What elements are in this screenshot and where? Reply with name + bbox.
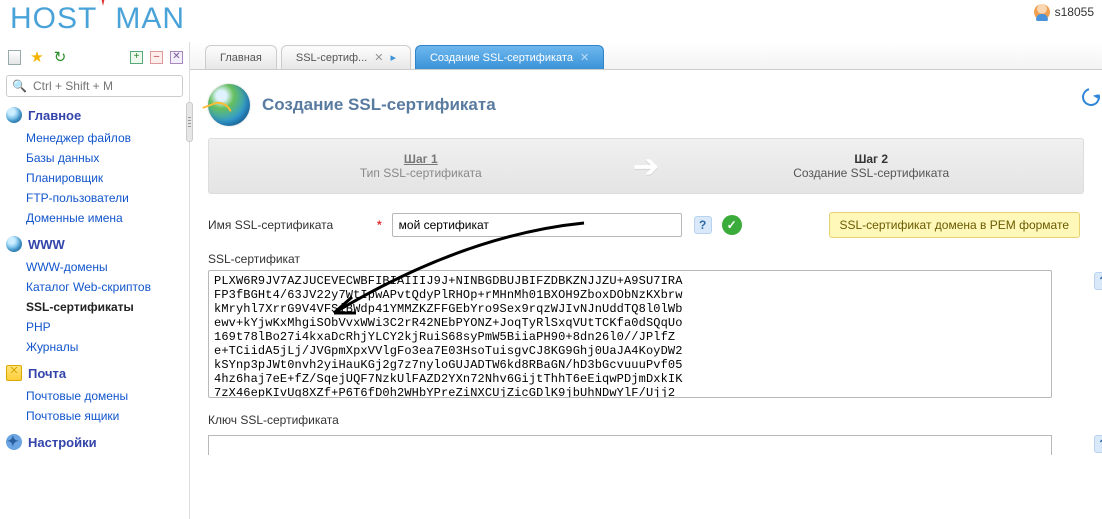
check-icon: ✓ bbox=[722, 215, 742, 235]
star-icon[interactable]: ★ bbox=[29, 49, 45, 65]
search-box[interactable]: 🔍 bbox=[6, 75, 183, 97]
wizard-steps: Шаг 1 Тип SSL-сертификата ➔ Шаг 2 Создан… bbox=[208, 138, 1084, 194]
cert-body-input[interactable] bbox=[208, 270, 1052, 398]
remove-icon[interactable]: – bbox=[150, 51, 163, 64]
page-icon[interactable] bbox=[6, 49, 22, 65]
tab-ssl-create[interactable]: Создание SSL-сертификата✕ bbox=[415, 45, 604, 69]
tab-home[interactable]: Главная bbox=[205, 45, 277, 69]
tab-ssl-list[interactable]: SSL-сертиф...✕▸ bbox=[281, 45, 411, 69]
top-bar: HOST MAN s18055 bbox=[0, 0, 1102, 42]
page-header: Создание SSL-сертификата bbox=[208, 84, 1084, 126]
step-2: Шаг 2 Создание SSL-сертификата bbox=[659, 152, 1083, 180]
nav-item-domains[interactable]: Доменные имена bbox=[6, 208, 183, 228]
user-block[interactable]: s18055 bbox=[1034, 4, 1094, 20]
cert-name-input[interactable] bbox=[392, 213, 682, 237]
nav-item-ftp[interactable]: FTP-пользователи bbox=[6, 188, 183, 208]
help-icon[interactable]: ? bbox=[1094, 435, 1102, 453]
globe-icon bbox=[6, 107, 22, 123]
search-icon: 🔍 bbox=[12, 79, 27, 93]
logo: HOST MAN bbox=[10, 2, 185, 36]
cert-body-label: SSL-сертификат bbox=[208, 252, 1084, 266]
nav-head-mail[interactable]: Почта bbox=[6, 365, 183, 381]
user-icon bbox=[1034, 4, 1050, 20]
globe-arrow-icon bbox=[208, 84, 250, 126]
logo-left: HOST bbox=[10, 2, 97, 35]
required-marker: * bbox=[377, 218, 382, 232]
nav-head-www[interactable]: WWW bbox=[6, 236, 183, 252]
gear-icon bbox=[6, 434, 22, 450]
nav-head-settings[interactable]: Настройки bbox=[6, 434, 183, 450]
nav-item-mailboxes[interactable]: Почтовые ящики bbox=[6, 406, 183, 426]
cert-key-label: Ключ SSL-сертификата bbox=[208, 413, 1084, 427]
help-icon[interactable]: ? bbox=[1094, 272, 1102, 290]
nav-item-wwwdomains[interactable]: WWW-домены bbox=[6, 257, 183, 277]
search-input[interactable] bbox=[31, 78, 177, 94]
nav-item-cron[interactable]: Планировщик bbox=[6, 168, 183, 188]
sidebar-toolbar: ★ ↻ + – ✕ bbox=[6, 44, 183, 70]
logo-right: MAN bbox=[115, 2, 185, 35]
user-name: s18055 bbox=[1055, 5, 1094, 19]
chevron-right-icon: ▸ bbox=[390, 51, 396, 64]
refresh-icon[interactable]: ↻ bbox=[52, 49, 68, 65]
nav-head-main[interactable]: Главное bbox=[6, 107, 183, 123]
close-icon[interactable]: ✕ bbox=[170, 51, 183, 64]
nav-item-scripts[interactable]: Каталог Web-скриптов bbox=[6, 277, 183, 297]
nav-item-php[interactable]: PHP bbox=[6, 317, 183, 337]
nav-item-logs[interactable]: Журналы bbox=[6, 337, 183, 357]
mail-icon bbox=[6, 365, 22, 381]
main-area: Главная SSL-сертиф...✕▸ Создание SSL-сер… bbox=[190, 42, 1102, 519]
cert-name-label: Имя SSL-сертификата bbox=[208, 218, 373, 232]
nav-item-files[interactable]: Менеджер файлов bbox=[6, 128, 183, 148]
nav-item-maildomains[interactable]: Почтовые домены bbox=[6, 386, 183, 406]
cert-key-input[interactable] bbox=[208, 435, 1052, 455]
tab-bar: Главная SSL-сертиф...✕▸ Создание SSL-сер… bbox=[190, 42, 1102, 70]
nav-item-db[interactable]: Базы данных bbox=[6, 148, 183, 168]
add-icon[interactable]: + bbox=[130, 51, 143, 64]
help-icon[interactable]: ? bbox=[694, 216, 712, 234]
tie-icon bbox=[97, 6, 115, 40]
close-icon[interactable]: ✕ bbox=[374, 51, 383, 64]
step-1[interactable]: Шаг 1 Тип SSL-сертификата bbox=[209, 152, 633, 180]
arrow-right-icon: ➔ bbox=[633, 147, 660, 185]
sidebar: ★ ↻ + – ✕ 🔍 Главное Менеджер файлов Базы… bbox=[0, 42, 190, 519]
globe-icon bbox=[6, 236, 22, 252]
tooltip-pem: SSL-сертификат домена в PEM формате bbox=[829, 212, 1081, 238]
close-icon[interactable]: ✕ bbox=[580, 51, 589, 64]
page-title: Создание SSL-сертификата bbox=[262, 95, 496, 115]
nav-item-ssl[interactable]: SSL-сертификаты bbox=[6, 297, 183, 317]
